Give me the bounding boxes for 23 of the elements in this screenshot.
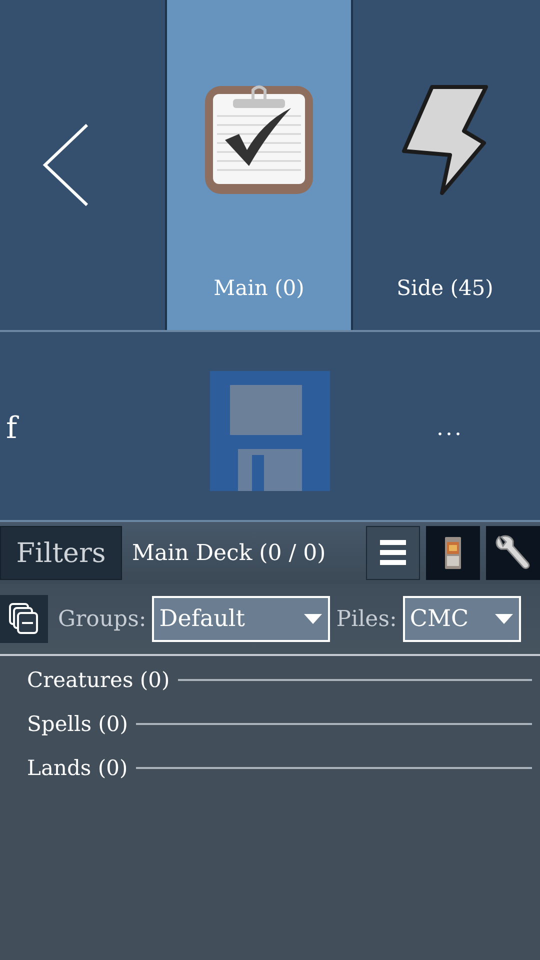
caret-icon — [494, 614, 513, 624]
stacked-cards-icon — [9, 603, 39, 635]
settings-button[interactable] — [486, 526, 540, 580]
piles-label: Piles: — [336, 606, 397, 632]
caret-icon — [304, 614, 322, 624]
piles-dropdown[interactable]: CMC — [402, 596, 521, 642]
chevron-left-icon — [41, 123, 89, 207]
card-view-button[interactable] — [426, 526, 480, 580]
menu-icon — [380, 539, 406, 567]
menu-button[interactable] — [366, 526, 420, 580]
action-button[interactable]: ... — [430, 416, 470, 440]
deck-title: Main Deck (0 / 0) — [132, 540, 326, 566]
card-icon — [445, 537, 461, 569]
groups-label: Groups: — [58, 606, 146, 632]
groups-dropdown[interactable]: Default — [152, 596, 330, 642]
section-header[interactable]: Creatures (0) — [27, 668, 170, 692]
action-button[interactable]: f — [0, 410, 24, 446]
section-header[interactable]: Spells (0) — [27, 712, 128, 736]
section-header[interactable]: Lands (0) — [27, 756, 128, 780]
clipboard-check-icon — [203, 84, 315, 196]
lightning-bolt-icon — [402, 85, 488, 195]
collapse-all-button[interactable] — [0, 595, 48, 643]
filters-button[interactable]: Filters — [0, 526, 122, 580]
